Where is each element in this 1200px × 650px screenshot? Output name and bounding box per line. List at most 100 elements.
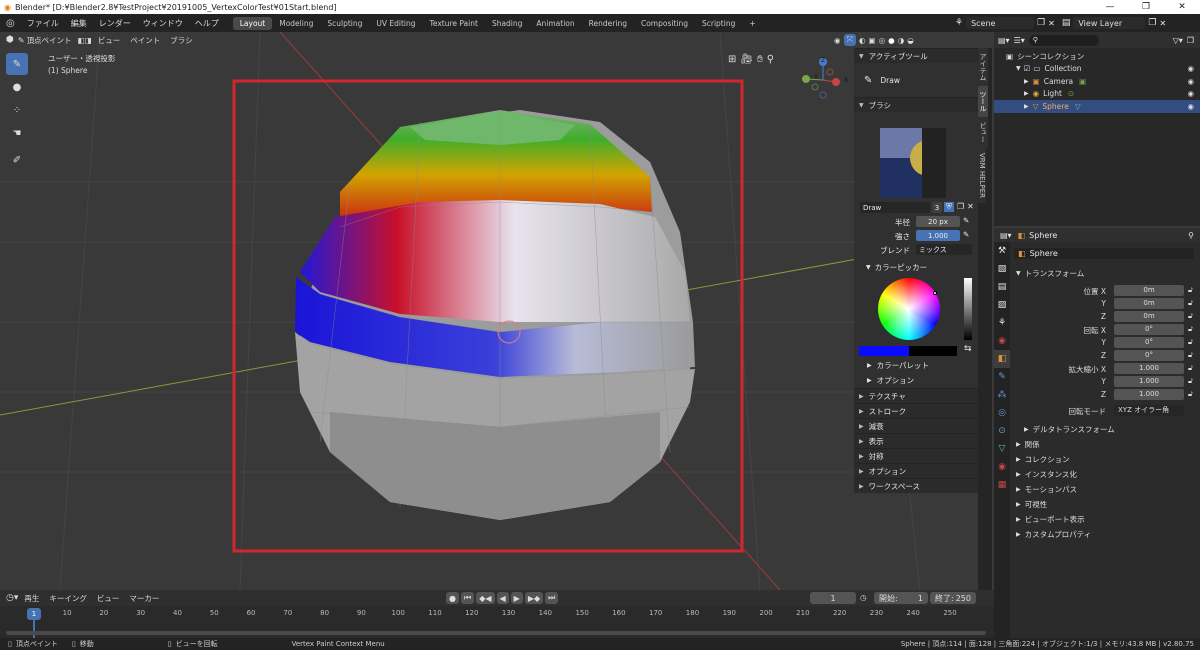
location-y-field[interactable]: 0m <box>1114 298 1184 309</box>
object-name-field[interactable]: ◧ Sphere <box>1014 248 1194 259</box>
tab-rendering[interactable]: Rendering <box>582 17 634 30</box>
new-collection-icon[interactable]: ❐ <box>1187 36 1194 45</box>
menu-marker[interactable]: マーカー <box>129 593 159 604</box>
menu-render[interactable]: レンダー <box>93 18 137 29</box>
tab-scripting[interactable]: Scripting <box>695 17 742 30</box>
annotate-tool-icon[interactable]: ✐ <box>6 149 28 171</box>
mode-selector[interactable]: 頂点ペイント <box>27 35 72 46</box>
custom-properties-section[interactable]: ▶ カスタムプロパティ <box>1010 527 1200 542</box>
scene-tab-icon[interactable]: ⚘ <box>994 314 1010 332</box>
material-shading-icon[interactable]: ◑ <box>898 36 905 45</box>
editor-type-icon[interactable]: ⬢ <box>0 35 18 45</box>
viewport-scene[interactable] <box>0 32 978 590</box>
viewport-display-section[interactable]: ▶ ビューポート表示 <box>1010 512 1200 527</box>
menu-keying[interactable]: キーイング <box>49 593 87 604</box>
tab-compositing[interactable]: Compositing <box>634 17 695 30</box>
tab-shading[interactable]: Shading <box>485 17 529 30</box>
filter-icon[interactable]: ▽▾ <box>1173 36 1183 45</box>
particles-tab-icon[interactable]: ⁂ <box>994 386 1010 404</box>
lock-icon[interactable]: 🔓︎ <box>1188 363 1193 373</box>
gizmo-toggle-icon[interactable]: ⤧ <box>843 34 856 46</box>
sphere-mesh[interactable] <box>295 110 695 520</box>
physics-tab-icon[interactable]: ◎ <box>994 404 1010 422</box>
timeline-editor-icon[interactable]: ◷▾ <box>0 593 24 603</box>
timeline-ruler[interactable]: 10 20 30 40 50 60 70 80 90 100 110 120 130 140 150 160 1… <box>0 606 994 638</box>
properties-editor-icon[interactable]: ▤▾ <box>1000 231 1012 240</box>
outliner-item-light[interactable]: ▶ ◉ Light ⊙ ◉ <box>994 88 1200 101</box>
scale-z-field[interactable]: 1.000 <box>1114 389 1184 400</box>
texture-tab-icon[interactable]: ▦ <box>994 476 1010 494</box>
menu-window[interactable]: ウィンドウ <box>137 18 189 29</box>
tool-settings-tab-icon[interactable]: ⚒ <box>994 242 1010 260</box>
3d-viewport[interactable]: Y X Z ⬢ ✎ 頂点ペイント ◧◨ ビュー ペイント ブラシ ◉ ⤧ ◐ ▣… <box>0 32 978 590</box>
view-layer-selector[interactable]: View Layer <box>1073 17 1146 29</box>
outliner-item-camera[interactable]: ▶ ▣ Camera ▣ ◉ <box>994 75 1200 88</box>
rotation-z-field[interactable]: 0° <box>1114 350 1184 361</box>
delta-transform-section[interactable]: ▶ デルタトランスフォーム <box>1010 422 1200 437</box>
pin-icon[interactable]: ⚲ <box>1188 231 1194 240</box>
radius-field[interactable]: 20 px <box>916 216 960 227</box>
visibility-eye-icon[interactable]: ◉ <box>1187 89 1194 98</box>
menu-playback[interactable]: 再生 <box>24 593 39 604</box>
active-tool-section-header[interactable]: ▼ アクティブツール <box>854 48 978 63</box>
view-layer-tab-icon[interactable]: ▨ <box>994 296 1010 314</box>
texture-section-header[interactable]: ▶ テクスチャ <box>854 388 978 403</box>
outliner-display-mode-icon[interactable]: ☰▾ <box>1014 36 1025 45</box>
object-tab-icon[interactable]: ◧ <box>994 350 1010 368</box>
prev-keyframe-icon[interactable]: ◆◀ <box>476 592 495 604</box>
menu-edit[interactable]: 編集 <box>65 18 93 29</box>
blender-menu-icon[interactable]: ◎ <box>0 18 21 29</box>
visibility-section[interactable]: ▶ 可視性 <box>1010 497 1200 512</box>
xray-toggle-icon[interactable]: ▣ <box>869 36 876 45</box>
lock-icon[interactable]: 🔓︎ <box>1188 350 1193 360</box>
tab-view[interactable]: ビュー <box>978 117 988 148</box>
mask-toggle-icon[interactable]: ◧◨ <box>78 36 92 45</box>
mesh-data-tab-icon[interactable]: ▽ <box>994 440 1010 458</box>
timeline-scrollbar[interactable] <box>6 631 986 635</box>
color-options-subsection[interactable]: ▶ オプション <box>854 373 978 388</box>
rotation-mode-select[interactable]: XYZ オイラー角 <box>1114 405 1184 416</box>
location-x-field[interactable]: 0m <box>1114 285 1184 296</box>
rotation-y-field[interactable]: 0° <box>1114 337 1184 348</box>
visibility-eye-icon[interactable]: ◉ <box>1187 64 1194 73</box>
color-wheel[interactable] <box>878 278 940 340</box>
collections-section[interactable]: ▶ コレクション <box>1010 452 1200 467</box>
solid-shading-icon[interactable]: ● <box>888 36 895 45</box>
falloff-section-header[interactable]: ▶ 減衰 <box>854 418 978 433</box>
lock-icon[interactable]: 🔓︎ <box>1188 389 1193 399</box>
color-palette-subsection[interactable]: ▶ カラーパレット <box>854 358 978 373</box>
lock-icon[interactable]: 🔓︎ <box>1188 337 1193 347</box>
brush-name-field[interactable]: Draw <box>860 202 930 213</box>
duplicate-brush-icon[interactable]: ❐ <box>957 202 964 212</box>
strength-pressure-icon[interactable]: ✎ <box>963 230 969 239</box>
location-z-field[interactable]: 0m <box>1114 311 1184 322</box>
add-workspace-button[interactable]: + <box>742 17 762 30</box>
delete-view-layer-icon[interactable]: ✕ <box>1159 19 1166 28</box>
radius-pressure-icon[interactable]: ✎ <box>963 216 969 225</box>
rotation-x-field[interactable]: 0° <box>1114 324 1184 335</box>
tab-vrm-helper[interactable]: VRM HELPER <box>978 148 986 204</box>
expand-arrow-icon[interactable]: ▶ <box>1024 78 1029 85</box>
scene-collection-row[interactable]: ▣ シーンコレクション <box>994 50 1200 63</box>
start-frame-field[interactable]: 開始: 1 <box>874 592 928 604</box>
menu-timeline-view[interactable]: ビュー <box>97 593 120 604</box>
lock-icon[interactable]: 🔓︎ <box>1188 298 1193 308</box>
maximize-button[interactable]: ❐ <box>1128 0 1164 14</box>
stroke-section-header[interactable]: ▶ ストローク <box>854 403 978 418</box>
render-tab-icon[interactable]: ▧ <box>994 260 1010 278</box>
outliner-search-input[interactable]: ⚲ <box>1028 34 1099 46</box>
scale-x-field[interactable]: 1.000 <box>1114 363 1184 374</box>
average-tool-icon[interactable]: ⁘ <box>6 99 28 121</box>
tab-animation[interactable]: Animation <box>529 17 581 30</box>
blend-mode-select[interactable]: ミックス <box>916 244 972 255</box>
expand-arrow-icon[interactable]: ▼ <box>1016 65 1021 72</box>
visibility-icon[interactable]: ◉ <box>834 36 841 45</box>
jump-end-icon[interactable]: ⏭ <box>545 592 559 604</box>
tab-modeling[interactable]: Modeling <box>272 17 320 30</box>
lock-icon[interactable]: 🔓︎ <box>1188 324 1193 334</box>
menu-file[interactable]: ファイル <box>21 18 65 29</box>
pan-hand-icon[interactable]: ✋︎ <box>757 54 763 65</box>
rendered-shading-icon[interactable]: ◒ <box>907 36 914 45</box>
lock-icon[interactable]: 🔓︎ <box>1188 376 1193 386</box>
overlay-toggle-icon[interactable]: ◐ <box>859 36 866 45</box>
